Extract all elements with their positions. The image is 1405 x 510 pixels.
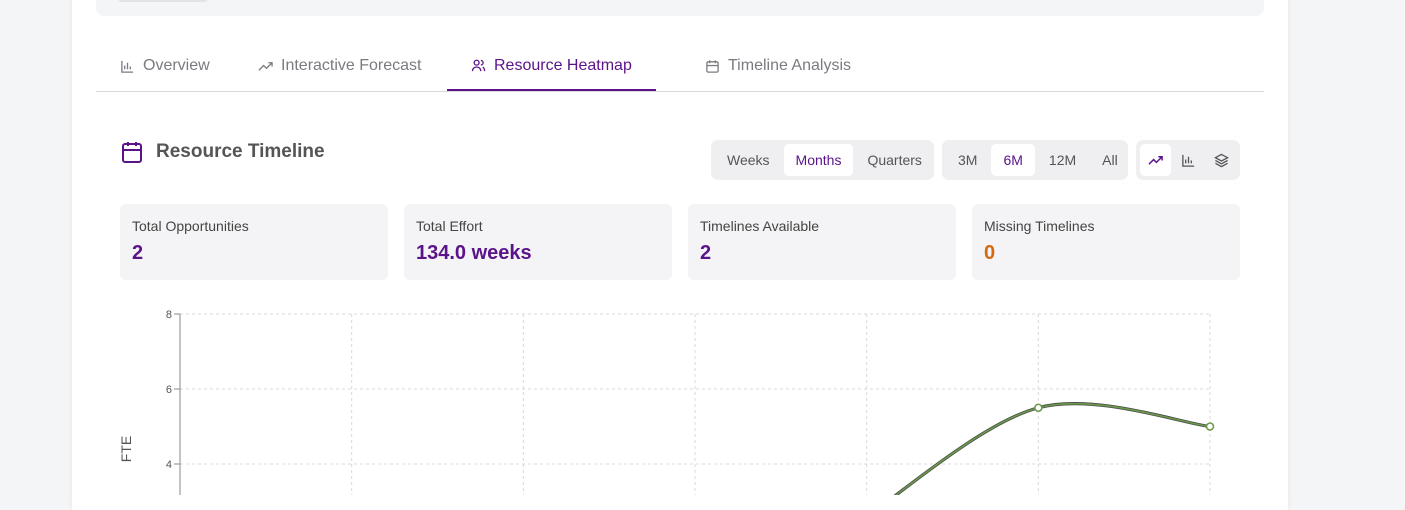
data-point <box>1034 403 1043 413</box>
y-tick-label: 8 <box>166 309 172 321</box>
y-axis-label: FTE <box>118 436 134 462</box>
resource-timeline-chart: 4 6 8 FTE <box>118 309 1215 495</box>
y-tick-label: 4 <box>166 459 172 471</box>
data-point <box>1205 422 1215 431</box>
y-tick-label: 6 <box>166 384 172 396</box>
